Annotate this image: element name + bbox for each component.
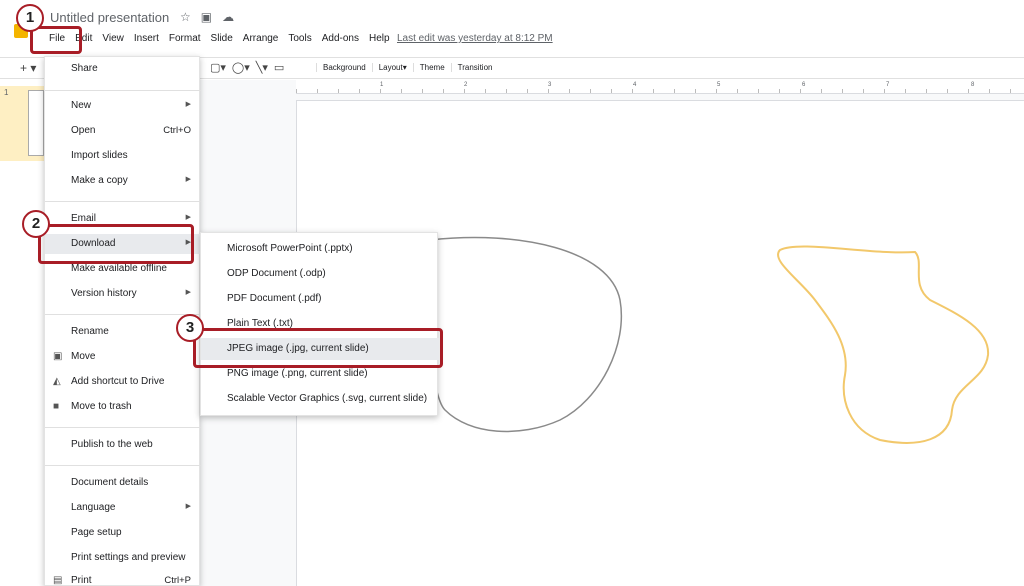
- menu-item-print[interactable]: ▤ Print Ctrl+P: [45, 571, 201, 586]
- submenu-arrow-icon: ▶: [185, 176, 191, 183]
- menu-separator: [45, 90, 201, 91]
- menu-item-new[interactable]: New ▶: [45, 96, 201, 116]
- menu-separator: [45, 314, 201, 315]
- menu-separator: [45, 465, 201, 466]
- menu-item-add-shortcut[interactable]: ◭ Add shortcut to Drive: [45, 372, 201, 392]
- menu-item-print-settings[interactable]: Print settings and preview: [45, 548, 201, 568]
- folder-move-icon: ▣: [53, 351, 63, 362]
- menu-item-open[interactable]: Open Ctrl+O: [45, 121, 201, 141]
- submenu-arrow-icon: ▶: [185, 214, 191, 221]
- download-submenu: Microsoft PowerPoint (.pptx) ODP Documen…: [200, 232, 439, 416]
- highlight-box-download: [38, 224, 194, 264]
- menu-item-page-setup[interactable]: Page setup: [45, 523, 201, 543]
- menu-separator: [45, 201, 201, 202]
- step-badge-3: 3: [176, 314, 204, 342]
- menu-item-make-copy[interactable]: Make a copy ▶: [45, 171, 201, 191]
- menu-item-doc-details[interactable]: Document details: [45, 473, 201, 493]
- menu-item-move[interactable]: ▣ Move: [45, 347, 201, 367]
- menu-item-import-slides[interactable]: Import slides: [45, 146, 201, 166]
- download-pdf[interactable]: PDF Document (.pdf): [201, 288, 439, 310]
- submenu-arrow-icon: ▶: [185, 289, 191, 296]
- download-pptx[interactable]: Microsoft PowerPoint (.pptx): [201, 238, 439, 260]
- highlight-box-jpeg: [193, 328, 443, 368]
- submenu-arrow-icon: ▶: [185, 503, 191, 510]
- download-odp[interactable]: ODP Document (.odp): [201, 263, 439, 285]
- step-badge-2: 2: [22, 210, 50, 238]
- menu-item-move-trash[interactable]: ■ Move to trash: [45, 397, 201, 417]
- orange-blob-shape[interactable]: [777, 245, 990, 444]
- menu-item-share[interactable]: Share: [45, 59, 201, 79]
- trash-icon: ■: [53, 401, 60, 412]
- menu-item-publish[interactable]: Publish to the web: [45, 435, 201, 455]
- menu-separator: [45, 427, 201, 428]
- step-badge-1: 1: [16, 4, 44, 32]
- gray-blob-shape[interactable]: [427, 236, 622, 433]
- printer-icon: ▤: [53, 575, 63, 586]
- menu-item-version-history[interactable]: Version history ▶: [45, 284, 201, 304]
- highlight-box-file: [30, 26, 82, 54]
- drive-shortcut-icon: ◭: [53, 376, 61, 387]
- submenu-arrow-icon: ▶: [185, 101, 191, 108]
- download-svg[interactable]: Scalable Vector Graphics (.svg, current …: [201, 388, 439, 410]
- menu-item-language[interactable]: Language ▶: [45, 498, 201, 518]
